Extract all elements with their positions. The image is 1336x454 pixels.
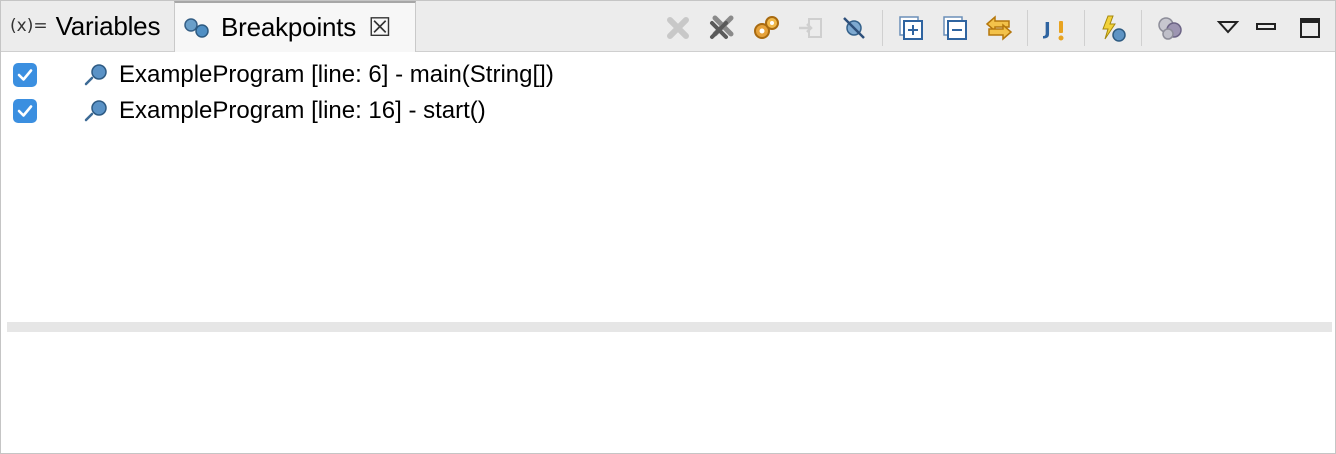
toolbar-separator [882, 10, 883, 46]
list-item[interactable]: ExampleProgram [line: 6] - main(String[]… [1, 57, 1335, 93]
maximize-icon[interactable] [1294, 10, 1326, 46]
breakpoints-view: (x)= Variables Breakpoints ☒ J ExamplePr… [0, 0, 1336, 454]
expand-all-icon[interactable] [895, 10, 927, 46]
view-menu-icon[interactable] [1212, 10, 1244, 46]
tab-breakpoints-label: Breakpoints [221, 12, 357, 42]
tab-variables[interactable]: (x)= Variables [1, 1, 173, 51]
list-item[interactable]: ExampleProgram [line: 16] - start() [1, 93, 1335, 129]
detail-pane[interactable] [1, 332, 1335, 453]
link-with-view-icon[interactable] [983, 10, 1015, 46]
toolbar-separator [1141, 10, 1142, 46]
skip-all-icon[interactable] [838, 10, 870, 46]
breakpoints-list: ExampleProgram [line: 6] - main(String[]… [1, 52, 1335, 320]
remove-all-icon[interactable] [706, 10, 738, 46]
tab-breakpoints[interactable]: Breakpoints ☒ [174, 1, 416, 52]
collapse-all-icon[interactable] [939, 10, 971, 46]
show-supported-icon[interactable] [1154, 10, 1186, 46]
minimize-icon[interactable] [1250, 10, 1282, 46]
breakpoint-label: ExampleProgram [line: 16] - start() [119, 97, 486, 124]
go-to-file-icon[interactable] [794, 10, 826, 46]
java-exception-icon[interactable]: J [1040, 10, 1072, 46]
close-icon[interactable]: ☒ [368, 15, 391, 41]
svg-text:J: J [1042, 19, 1051, 40]
line-breakpoint-icon [84, 100, 107, 122]
variables-icon: (x)= [10, 16, 48, 36]
toolbar-separator [1084, 10, 1085, 46]
remove-icon[interactable] [662, 10, 694, 46]
enabled-checkbox[interactable] [13, 63, 37, 87]
tab-bar: (x)= Variables Breakpoints ☒ J [1, 1, 1335, 52]
enabled-checkbox[interactable] [13, 99, 37, 123]
breakpoint-types-icon[interactable] [1097, 10, 1129, 46]
breakpoints-icon [183, 16, 211, 40]
toolbar-separator [1027, 10, 1028, 46]
splitter-sash[interactable] [7, 322, 1332, 332]
tab-variables-label: Variables [55, 10, 161, 41]
breakpoint-label: ExampleProgram [line: 6] - main(String[]… [119, 61, 554, 88]
view-toolbar: J [656, 9, 1332, 47]
line-breakpoint-icon [84, 64, 107, 86]
link-gears-icon[interactable] [750, 10, 782, 46]
